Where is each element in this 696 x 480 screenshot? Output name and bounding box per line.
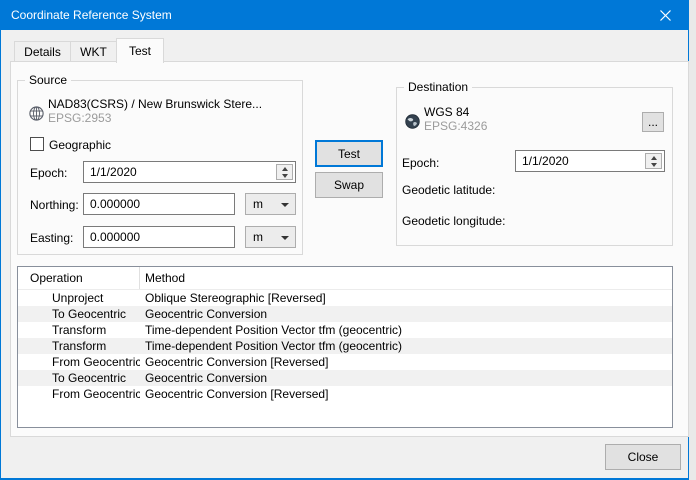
operation-row[interactable]: From Geocentric Geocentric Conversion [R… <box>18 386 672 402</box>
destination-groupbox: Destination WGS 84 EPSG:4326 ... Epoch: … <box>396 87 673 246</box>
tab-test[interactable]: Test <box>116 38 164 63</box>
close-button[interactable] <box>643 0 688 30</box>
source-crs-code: EPSG:2953 <box>48 111 111 125</box>
geographic-checkbox-label[interactable]: Geographic <box>49 138 111 152</box>
globe-earth-icon <box>405 114 420 129</box>
destination-epoch-input[interactable]: 1/1/2020 <box>515 150 665 172</box>
operation-row[interactable]: To Geocentric Geocentric Conversion <box>18 306 672 322</box>
spin-down-button[interactable] <box>277 172 292 179</box>
destination-crs-code: EPSG:4326 <box>424 119 487 133</box>
geographic-checkbox[interactable] <box>30 137 44 151</box>
source-groupbox: Source NAD83(CSRS) / New Brunswick Stere… <box>17 80 303 255</box>
tab-wkt[interactable]: WKT <box>70 41 117 62</box>
browse-crs-button[interactable]: ... <box>642 112 664 132</box>
dialog-window: Coordinate Reference System Details WKT … <box>0 0 689 480</box>
operation-cell: To Geocentric <box>18 307 140 321</box>
operations-table-header: Operation Method <box>18 267 672 290</box>
destination-crs-name: WGS 84 <box>424 105 469 119</box>
operation-row[interactable]: Transform Time-dependent Position Vector… <box>18 338 672 354</box>
chevron-down-icon <box>281 203 289 207</box>
source-crs-name: NAD83(CSRS) / New Brunswick Stere... <box>48 97 262 111</box>
easting-label: Easting: <box>30 231 73 245</box>
destination-epoch-label: Epoch: <box>402 156 439 170</box>
northing-input[interactable]: 0.000000 <box>83 193 235 215</box>
operation-row[interactable]: Transform Time-dependent Position Vector… <box>18 322 672 338</box>
tab-details[interactable]: Details <box>14 41 71 62</box>
method-cell: Time-dependent Position Vector tfm (geoc… <box>140 339 402 353</box>
method-cell: Oblique Stereographic [Reversed] <box>140 291 326 305</box>
easting-value: 0.000000 <box>90 230 140 244</box>
spin-up-button[interactable] <box>277 165 292 172</box>
method-cell: Geocentric Conversion [Reversed] <box>140 355 328 369</box>
column-header-method[interactable]: Method <box>140 271 185 285</box>
destination-epoch-spinner <box>645 153 662 169</box>
operation-cell: From Geocentric <box>18 355 140 369</box>
method-cell: Time-dependent Position Vector tfm (geoc… <box>140 323 402 337</box>
source-epoch-value: 1/1/2020 <box>90 165 137 179</box>
arrow-up-icon <box>282 167 288 171</box>
destination-group-label: Destination <box>404 80 472 94</box>
operation-cell: Transform <box>18 323 140 337</box>
close-icon <box>660 10 671 21</box>
arrow-up-icon <box>651 156 657 160</box>
operation-row[interactable]: From Geocentric Geocentric Conversion [R… <box>18 354 672 370</box>
easting-unit-select[interactable]: m <box>245 226 296 248</box>
method-cell: Geocentric Conversion <box>140 307 267 321</box>
method-cell: Geocentric Conversion <box>140 371 267 385</box>
titlebar[interactable]: Coordinate Reference System <box>1 0 688 30</box>
arrow-down-icon <box>282 174 288 178</box>
geodetic-latitude-label: Geodetic latitude: <box>402 183 495 197</box>
swap-button[interactable]: Swap <box>315 172 383 198</box>
easting-unit-value: m <box>253 230 263 244</box>
test-button[interactable]: Test <box>315 140 383 167</box>
source-epoch-spinner <box>276 164 293 180</box>
method-cell: Geocentric Conversion [Reversed] <box>140 387 328 401</box>
easting-input[interactable]: 0.000000 <box>83 226 235 248</box>
spin-down-button[interactable] <box>646 161 661 168</box>
operations-table: Operation Method Unproject Oblique Stere… <box>17 266 673 428</box>
column-header-operation[interactable]: Operation <box>18 267 140 289</box>
screen: Coordinate Reference System Details WKT … <box>0 0 696 480</box>
operation-row[interactable]: To Geocentric Geocentric Conversion <box>18 370 672 386</box>
operation-cell: To Geocentric <box>18 371 140 385</box>
globe-wireframe-icon <box>29 106 44 121</box>
close-dialog-button[interactable]: Close <box>605 444 681 470</box>
northing-unit-value: m <box>253 197 263 211</box>
operation-cell: From Geocentric <box>18 387 140 401</box>
northing-label: Northing: <box>30 198 79 212</box>
source-epoch-input[interactable]: 1/1/2020 <box>83 161 296 183</box>
chevron-down-icon <box>281 236 289 240</box>
northing-value: 0.000000 <box>90 197 140 211</box>
operation-cell: Transform <box>18 339 140 353</box>
source-epoch-label: Epoch: <box>30 166 67 180</box>
operation-cell: Unproject <box>18 291 140 305</box>
operations-table-body: Unproject Oblique Stereographic [Reverse… <box>18 290 672 402</box>
window-title: Coordinate Reference System <box>1 8 172 22</box>
arrow-down-icon <box>651 163 657 167</box>
spin-up-button[interactable] <box>646 154 661 161</box>
northing-unit-select[interactable]: m <box>245 193 296 215</box>
destination-epoch-value: 1/1/2020 <box>522 154 569 168</box>
source-group-label: Source <box>25 73 71 87</box>
geodetic-longitude-label: Geodetic longitude: <box>402 214 505 228</box>
operation-row[interactable]: Unproject Oblique Stereographic [Reverse… <box>18 290 672 306</box>
